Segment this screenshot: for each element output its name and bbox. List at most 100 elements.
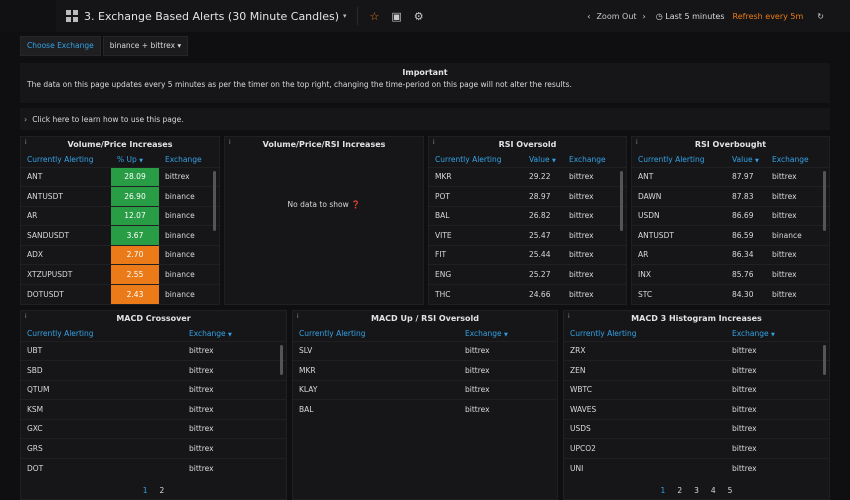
info-icon[interactable]: i <box>636 139 638 146</box>
chevron-left-icon[interactable]: ‹ <box>587 12 590 21</box>
cell-exchange: bittrex <box>726 399 829 419</box>
zoom-out-button[interactable]: Zoom Out <box>596 12 636 21</box>
cell-name: KSM <box>21 399 183 419</box>
column-header-exchange[interactable]: Exchange <box>766 153 829 167</box>
column-header-value-label: Value <box>732 155 753 165</box>
table-row: SBD bittrex <box>21 360 286 380</box>
page-link-2[interactable]: 2 <box>677 486 682 495</box>
chevron-right-icon[interactable]: › <box>643 12 646 21</box>
cell-value: 86.59 <box>726 225 766 245</box>
cell-name: ZEN <box>564 360 726 380</box>
cell-exchange: bittrex <box>766 166 829 187</box>
dashboard-title[interactable]: 3. Exchange Based Alerts (30 Minute Cand… <box>84 10 339 23</box>
scrollbar[interactable] <box>213 171 216 231</box>
cell-name: ANTUSDT <box>632 225 726 245</box>
table-row: UBT bittrex <box>21 340 286 361</box>
cell-exchange: bittrex <box>459 360 557 380</box>
column-header-exchange[interactable]: Exchange <box>563 153 626 167</box>
important-text: The data on this page updates every 5 mi… <box>27 80 572 89</box>
page-link-5[interactable]: 5 <box>728 486 733 495</box>
table-row: KLAY bittrex <box>293 379 557 400</box>
cell-value: 24.66 <box>523 283 563 304</box>
scrollbar[interactable] <box>620 171 623 231</box>
column-header-alerting[interactable]: Currently Alerting <box>293 327 459 341</box>
cell-name: ENG <box>429 264 523 284</box>
column-header-exchange-label: Exchange <box>189 329 226 339</box>
page-link-2[interactable]: 2 <box>160 486 165 495</box>
table-row: FIT 25.44 bittrex <box>429 244 626 265</box>
info-icon[interactable]: i <box>229 139 231 146</box>
refresh-icon[interactable]: ↻ <box>817 12 824 21</box>
column-header-exchange[interactable]: Exchange <box>159 153 219 167</box>
cell-exchange: bittrex <box>183 340 286 361</box>
cell-value: 29.22 <box>523 166 563 187</box>
page-link-1[interactable]: 1 <box>661 486 666 495</box>
page-link-3[interactable]: 3 <box>694 486 699 495</box>
cell-name: GRS <box>21 438 183 458</box>
cell-exchange: bittrex <box>766 264 829 284</box>
cell-exchange: bittrex <box>459 379 557 400</box>
chevron-down-icon[interactable]: ▾ <box>343 12 347 20</box>
table-row: MKR 29.22 bittrex <box>429 166 626 187</box>
column-header-alerting[interactable]: Currently Alerting <box>21 327 183 341</box>
table-row: ADX 2.70 binance <box>21 244 219 265</box>
table-row: DOTUSDT 2.43 binance <box>21 283 219 304</box>
info-icon[interactable]: i <box>433 139 435 146</box>
help-row[interactable]: › Click here to learn how to use this pa… <box>20 108 830 130</box>
scrollbar[interactable] <box>823 171 826 231</box>
grafana-logo[interactable] <box>0 0 56 32</box>
table-row: AR 12.07 binance <box>21 205 219 226</box>
cell-name: BAL <box>293 399 459 419</box>
refresh-interval[interactable]: Refresh every 5m <box>733 12 804 21</box>
info-icon[interactable]: i <box>297 313 299 320</box>
cell-value: 26.90 <box>111 186 159 206</box>
scrollbar[interactable] <box>823 345 826 375</box>
scrollbar[interactable] <box>280 345 283 375</box>
time-controls: ‹ Zoom Out › ◷ Last 5 minutes Refresh ev… <box>587 0 850 32</box>
page-link-1[interactable]: 1 <box>143 486 148 495</box>
gear-icon[interactable]: ⚙ <box>414 10 424 23</box>
panel-title: MACD Up / RSI Oversold <box>371 314 479 323</box>
cell-exchange: bittrex <box>563 166 626 187</box>
sort-desc-icon: ▼ <box>228 332 232 339</box>
cell-name: DOT <box>21 457 183 478</box>
info-icon[interactable]: i <box>25 313 27 320</box>
column-header-value[interactable]: Value ▼ <box>523 153 563 167</box>
cell-exchange: bittrex <box>766 283 829 304</box>
cell-name: USDN <box>632 205 726 226</box>
table-row: ENG 25.27 bittrex <box>429 264 626 284</box>
cell-name: XTZUPUSDT <box>21 264 111 284</box>
column-header-exchange[interactable]: Exchange ▼ <box>183 327 286 341</box>
column-header-up[interactable]: % Up ▼ <box>111 153 159 167</box>
star-icon[interactable]: ☆ <box>370 10 380 23</box>
table-row: ANTUSDT 86.59 binance <box>632 225 829 245</box>
info-icon[interactable]: i <box>25 139 27 146</box>
column-header-exchange-label: Exchange <box>732 329 769 339</box>
cell-value: 85.76 <box>726 264 766 284</box>
cell-name: SLV <box>293 340 459 361</box>
table-row: VITE 25.47 bittrex <box>429 225 626 245</box>
column-header-alerting[interactable]: Currently Alerting <box>429 153 523 167</box>
info-icon[interactable]: i <box>568 313 570 320</box>
column-header-alerting[interactable]: Currently Alerting <box>632 153 726 167</box>
cell-name: DAWN <box>632 186 726 206</box>
column-header-alerting[interactable]: Currently Alerting <box>21 153 111 167</box>
cell-exchange: bittrex <box>726 457 829 478</box>
cell-name: MKR <box>429 166 523 187</box>
column-header-value[interactable]: Value ▼ <box>726 153 766 167</box>
page-link-4[interactable]: 4 <box>711 486 716 495</box>
exchange-variable-select[interactable]: binance + bittrex ▾ <box>102 36 189 56</box>
cell-exchange: bittrex <box>183 418 286 439</box>
column-header-exchange[interactable]: Exchange ▼ <box>726 327 829 341</box>
cell-exchange: bittrex <box>183 379 286 400</box>
column-header-exchange[interactable]: Exchange ▼ <box>459 327 557 341</box>
cell-name: GXC <box>21 418 183 439</box>
table-row: SLV bittrex <box>293 340 557 361</box>
panel-macd-histogram: i MACD 3 Histogram Increases Currently A… <box>563 310 830 500</box>
time-range-picker[interactable]: ◷ Last 5 minutes <box>656 12 725 21</box>
cell-exchange: bittrex <box>183 438 286 458</box>
save-icon[interactable]: ▣ <box>391 10 401 23</box>
column-header-alerting[interactable]: Currently Alerting <box>564 327 726 341</box>
question-icon[interactable]: ❓ <box>351 200 360 209</box>
table-row: GRS bittrex <box>21 438 286 458</box>
